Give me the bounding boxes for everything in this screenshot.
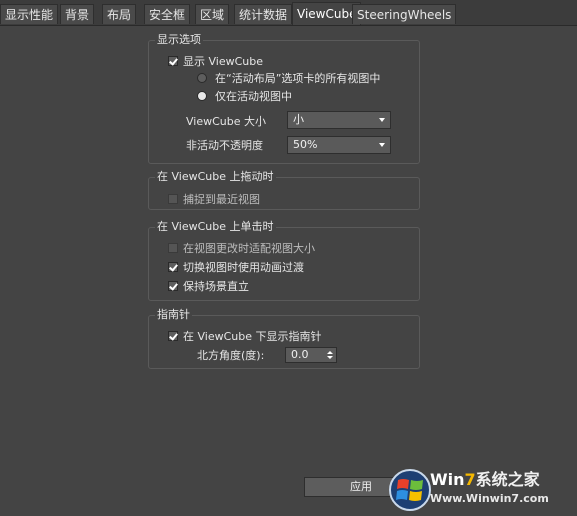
fit-to-view-checkbox[interactable] xyxy=(168,243,178,253)
watermark-url: Www.Winwin7.com xyxy=(430,492,549,505)
watermark-brand-c: 系统之家 xyxy=(475,470,540,489)
chevron-down-icon xyxy=(379,118,385,122)
radio-all-views[interactable] xyxy=(197,73,207,83)
show-viewcube-option[interactable]: 显示 ViewCube xyxy=(168,53,263,69)
viewcube-size-dropdown[interactable]: 小 xyxy=(287,111,391,129)
chevron-down-icon xyxy=(379,143,385,147)
tab-safe-frames[interactable]: 安全框 xyxy=(144,4,191,24)
tab-statistics[interactable]: 统计数据 xyxy=(234,4,293,24)
tab-display-performance[interactable]: 显示性能 xyxy=(0,4,59,24)
drag-behavior-group: 在 ViewCube 上拖动时 捕捉到最近视图 xyxy=(148,170,420,210)
keep-upright-checkbox[interactable] xyxy=(168,281,178,291)
north-angle-spinner[interactable]: 0.0 xyxy=(285,347,337,363)
radio-all-views-label: 在“活动布局”选项卡的所有视图中 xyxy=(215,72,381,85)
animate-transition-label: 切换视图时使用动画过渡 xyxy=(183,261,304,274)
snap-nearest-label: 捕捉到最近视图 xyxy=(183,193,260,206)
spin-up-icon[interactable] xyxy=(327,351,333,354)
click-behavior-group: 在 ViewCube 上单击时 在视图更改时适配视图大小 切换视图时使用动画过渡… xyxy=(148,220,420,301)
tab-regions[interactable]: 区域 xyxy=(195,4,230,24)
compass-title: 指南针 xyxy=(155,308,192,322)
tab-steeringwheels[interactable]: SteeringWheels xyxy=(352,4,457,24)
animate-transition-checkbox[interactable] xyxy=(168,262,178,272)
display-options-title: 显示选项 xyxy=(155,33,203,47)
watermark-brand-a: Win xyxy=(430,470,465,489)
north-angle-value: 0.0 xyxy=(291,348,309,361)
opacity-label-row: 非活动不透明度 xyxy=(186,137,263,153)
radio-active-view-option[interactable]: 仅在活动视图中 xyxy=(197,88,292,104)
show-compass-option[interactable]: 在 ViewCube 下显示指南针 xyxy=(168,328,322,344)
compass-group: 指南针 在 ViewCube 下显示指南针 北方角度(度): 0.0 xyxy=(148,308,420,369)
watermark: Win7系统之家 Www.Winwin7.com xyxy=(388,462,577,515)
north-angle-label-row: 北方角度(度): xyxy=(197,347,264,363)
windows-logo-icon xyxy=(389,469,431,511)
tab-layout[interactable]: 布局 xyxy=(102,4,137,24)
show-compass-label: 在 ViewCube 下显示指南针 xyxy=(183,330,322,343)
fit-to-view-option[interactable]: 在视图更改时适配视图大小 xyxy=(168,240,315,256)
snap-nearest-checkbox[interactable] xyxy=(168,194,178,204)
display-options-group: 显示选项 显示 ViewCube 在“活动布局”选项卡的所有视图中 仅在活动视图… xyxy=(148,33,420,164)
viewcube-size-label: ViewCube 大小 xyxy=(186,115,267,128)
north-angle-label: 北方角度(度): xyxy=(197,349,265,362)
drag-behavior-title: 在 ViewCube 上拖动时 xyxy=(155,170,276,184)
show-compass-checkbox[interactable] xyxy=(168,331,178,341)
keep-upright-label: 保持场景直立 xyxy=(183,280,249,293)
watermark-brand-b: 7 xyxy=(464,470,476,489)
viewcube-size-value: 小 xyxy=(293,113,304,126)
inactive-opacity-value: 50% xyxy=(293,138,318,151)
animate-transition-option[interactable]: 切换视图时使用动画过渡 xyxy=(168,259,304,275)
viewcube-size-label-row: ViewCube 大小 xyxy=(186,113,266,129)
keep-upright-option[interactable]: 保持场景直立 xyxy=(168,278,249,294)
show-viewcube-checkbox[interactable] xyxy=(168,56,178,66)
snap-nearest-option[interactable]: 捕捉到最近视图 xyxy=(168,191,260,207)
click-behavior-title: 在 ViewCube 上单击时 xyxy=(155,220,276,234)
radio-active-view-label: 仅在活动视图中 xyxy=(215,90,292,103)
spin-down-icon[interactable] xyxy=(327,356,333,359)
tab-background[interactable]: 背景 xyxy=(60,4,95,24)
radio-all-views-option[interactable]: 在“活动布局”选项卡的所有视图中 xyxy=(197,70,380,86)
show-viewcube-label: 显示 ViewCube xyxy=(183,55,264,68)
tab-bar: 显示性能 背景 布局 安全框 区域 统计数据 ViewCube Steering… xyxy=(0,0,577,26)
watermark-brand: Win7系统之家 xyxy=(430,466,540,490)
inactive-opacity-label: 非活动不透明度 xyxy=(186,139,263,152)
fit-to-view-label: 在视图更改时适配视图大小 xyxy=(183,242,315,255)
radio-active-view[interactable] xyxy=(197,91,207,101)
inactive-opacity-dropdown[interactable]: 50% xyxy=(287,136,391,154)
